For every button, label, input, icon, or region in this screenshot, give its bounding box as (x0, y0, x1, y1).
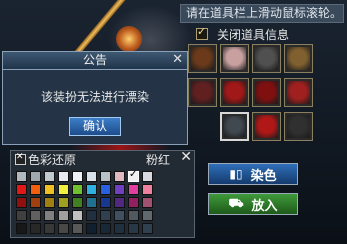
color-swatch[interactable] (114, 197, 125, 208)
color-swatch[interactable] (86, 171, 97, 182)
equipment-slot[interactable] (284, 112, 313, 141)
cart-icon: ⛟ (228, 196, 244, 210)
color-swatch[interactable] (44, 223, 55, 234)
confirm-button[interactable]: 确认 (69, 117, 121, 136)
color-swatch[interactable] (16, 223, 27, 234)
color-swatch[interactable] (86, 210, 97, 221)
color-swatch[interactable] (58, 197, 69, 208)
color-swatch[interactable] (114, 184, 125, 195)
palette-close-icon[interactable]: ✕ (180, 149, 192, 165)
color-swatch[interactable] (58, 223, 69, 234)
put-in-button-label: 放入 (251, 198, 278, 214)
put-in-button[interactable]: ⛟ 放入 (208, 193, 298, 215)
hair-icon (223, 47, 246, 70)
color-swatch[interactable] (114, 223, 125, 234)
color-swatch[interactable] (86, 184, 97, 195)
close-icon[interactable]: ✕ (172, 52, 183, 68)
color-swatch[interactable] (30, 223, 41, 234)
color-swatch[interactable] (44, 171, 55, 182)
equipment-slot[interactable] (284, 44, 313, 73)
color-swatch[interactable] (86, 223, 97, 234)
color-swatch[interactable] (44, 210, 55, 221)
close-item-info-toggle[interactable]: 关闭道具信息 (196, 25, 290, 42)
color-swatch[interactable] (30, 171, 41, 182)
color-swatch[interactable] (72, 210, 83, 221)
color-swatch[interactable] (30, 210, 41, 221)
color-swatch[interactable] (142, 210, 153, 221)
ornament-icon (287, 47, 310, 70)
color-swatch[interactable] (16, 171, 27, 182)
color-palette-panel: 色彩还原 粉红 ✕ (10, 149, 195, 238)
color-swatch[interactable] (100, 184, 111, 195)
equipment-slot[interactable] (188, 78, 217, 107)
equipment-slot[interactable] (188, 44, 217, 73)
color-swatch[interactable] (72, 171, 83, 182)
color-swatch[interactable] (86, 197, 97, 208)
dye-button-label: 染色 (250, 168, 277, 184)
color-swatch[interactable] (114, 171, 125, 182)
skirt-icon (287, 81, 310, 104)
staff-orb-graphic (116, 26, 142, 52)
color-swatch[interactable] (58, 171, 69, 182)
equipment-slot[interactable] (220, 44, 249, 73)
color-swatch[interactable] (128, 197, 139, 208)
color-swatch[interactable] (16, 184, 27, 195)
dye-bottle-icon: ▮▯ (229, 167, 243, 181)
color-swatch[interactable] (100, 223, 111, 234)
color-swatch[interactable] (114, 210, 125, 221)
selected-color-name: 粉红 (145, 153, 170, 167)
color-swatch[interactable] (100, 197, 111, 208)
color-swatch[interactable] (142, 223, 153, 234)
color-swatch[interactable] (30, 197, 41, 208)
notice-title: 公告 (82, 53, 107, 67)
equipment-slot[interactable] (220, 112, 249, 141)
notice-message: 该装扮无法进行漂染 (40, 90, 149, 104)
tail-icon (287, 115, 310, 138)
color-swatch[interactable] (142, 184, 153, 195)
color-swatch[interactable] (58, 184, 69, 195)
notice-dialog: 公告 ✕ 该装扮无法进行漂染 确认 (2, 51, 188, 145)
helmet-icon (255, 47, 278, 70)
restore-color-checkbox[interactable] (15, 152, 26, 165)
color-swatch[interactable] (72, 184, 83, 195)
color-swatch[interactable] (44, 184, 55, 195)
color-swatch[interactable] (58, 210, 69, 221)
color-swatch[interactable] (100, 210, 111, 221)
color-swatch[interactable] (72, 197, 83, 208)
color-swatch[interactable] (72, 223, 83, 234)
close-item-info-label: 关闭道具信息 (217, 27, 290, 42)
equipment-slot[interactable] (284, 78, 313, 107)
equipment-slot[interactable] (252, 112, 281, 141)
color-swatch[interactable] (128, 169, 139, 182)
color-swatch[interactable] (128, 223, 139, 234)
sleeve-icon (255, 115, 278, 138)
face-icon (191, 81, 214, 104)
color-swatch[interactable] (128, 184, 139, 195)
close-item-info-checkbox[interactable] (196, 25, 208, 40)
color-swatch[interactable] (30, 184, 41, 195)
dye-button[interactable]: ▮▯ 染色 (208, 163, 298, 185)
restore-color-label: 色彩还原 (28, 152, 77, 167)
equipment-slot[interactable] (220, 78, 249, 107)
scroll-hint-bar: 请在道具栏上滑动鼠标滚轮。 (180, 4, 344, 23)
wing-icon (191, 47, 214, 70)
notice-title-bar: 公告 ✕ (3, 52, 187, 70)
equipment-slot[interactable] (252, 44, 281, 73)
color-swatch[interactable] (16, 197, 27, 208)
color-swatch[interactable] (44, 197, 55, 208)
color-swatch[interactable] (142, 197, 153, 208)
glove-icon (224, 116, 245, 137)
dress-icon (223, 81, 246, 104)
equipment-slot[interactable] (252, 78, 281, 107)
color-swatch[interactable] (128, 210, 139, 221)
color-swatch[interactable] (100, 171, 111, 182)
color-swatch[interactable] (16, 210, 27, 221)
color-swatch[interactable] (142, 171, 153, 182)
boots-icon (255, 81, 278, 104)
